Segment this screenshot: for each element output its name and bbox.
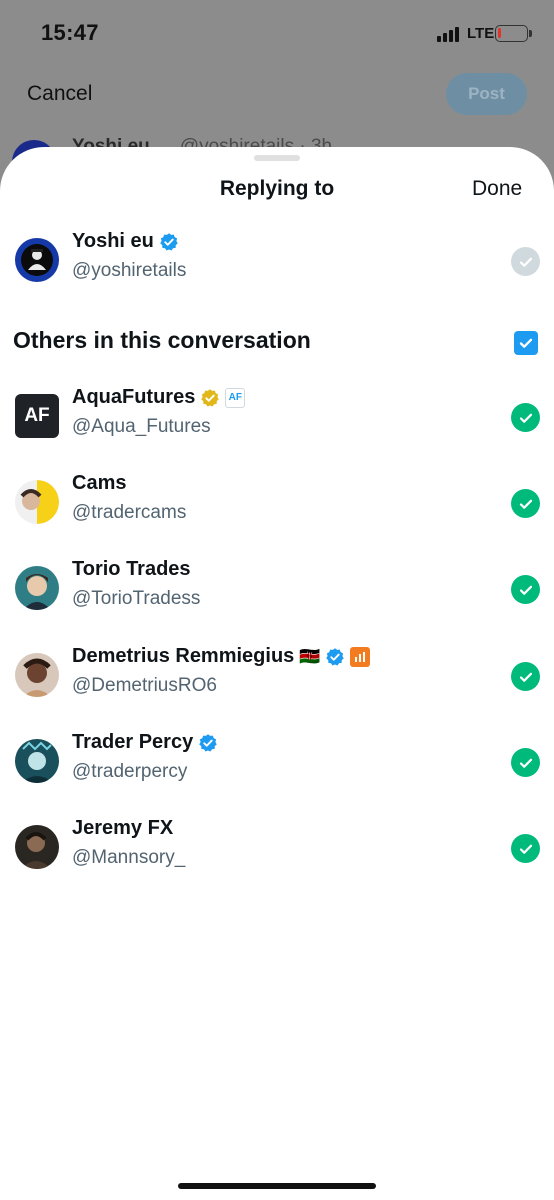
selected-check-icon[interactable]: [511, 403, 540, 432]
select-all-checkbox[interactable]: [514, 331, 538, 355]
user-name: Torio Trades: [72, 558, 191, 580]
user-name: AquaFutures: [72, 386, 196, 408]
avatar-label: AF: [24, 405, 50, 426]
status-time: 15:47: [41, 20, 99, 45]
avatar: [15, 238, 59, 282]
user-name: Demetrius Remmiegius: [72, 645, 295, 667]
name-line: Cams: [72, 472, 126, 495]
user-handle: @Aqua_Futures: [72, 416, 211, 437]
selected-check-icon[interactable]: [511, 748, 540, 777]
cancel-button[interactable]: Cancel: [27, 82, 92, 106]
battery-icon: [495, 25, 532, 42]
list-item[interactable]: AF AquaFutures AF @Aqua_Futures: [0, 381, 554, 451]
gold-verified-badge-icon: [201, 388, 220, 406]
selected-check-icon[interactable]: [511, 247, 540, 276]
network-label: LTE: [467, 25, 495, 42]
user-handle: @Mannsory_: [72, 847, 186, 868]
list-item[interactable]: Torio Trades @TorioTradess: [0, 553, 554, 623]
user-handle: @TorioTradess: [72, 588, 201, 609]
replying-to-sheet: Replying to Done Yoshi eu @yoshiretails …: [0, 147, 554, 1200]
name-line: Yoshi eu: [72, 230, 179, 253]
done-button[interactable]: Done: [472, 177, 522, 201]
avatar: [15, 566, 59, 610]
affiliate-chart-icon: [350, 646, 371, 667]
affiliate-badge: AF: [225, 387, 246, 408]
signal-icon: [437, 26, 463, 42]
name-line: Trader Percy: [72, 731, 218, 754]
user-name: Trader Percy: [72, 731, 194, 753]
sheet-grabber[interactable]: [254, 155, 300, 161]
selected-check-icon[interactable]: [511, 489, 540, 518]
verified-badge-icon: [160, 232, 178, 250]
user-handle: @DemetriusRO6: [72, 675, 217, 696]
name-line: Demetrius Remmiegius 🇰🇪: [72, 645, 371, 668]
selected-check-icon[interactable]: [511, 834, 540, 863]
user-name: Jeremy FX: [72, 817, 174, 839]
name-line: AquaFutures AF: [72, 386, 246, 409]
primary-user-row[interactable]: Yoshi eu @yoshiretails: [0, 225, 554, 295]
selected-check-icon[interactable]: [511, 575, 540, 604]
user-handle: @traderpercy: [72, 761, 188, 782]
user-name: Cams: [72, 472, 127, 494]
list-item[interactable]: Trader Percy @traderpercy: [0, 726, 554, 796]
status-bar: 15:47 LTE: [0, 0, 554, 66]
avatar: [15, 739, 59, 783]
home-indicator[interactable]: [178, 1183, 376, 1189]
list-item[interactable]: Jeremy FX @Mannsory_: [0, 812, 554, 882]
list-item[interactable]: Cams @tradercams: [0, 467, 554, 537]
section-title: Others in this conversation: [13, 327, 311, 353]
avatar: [15, 480, 59, 524]
user-handle: @yoshiretails: [72, 260, 187, 281]
name-line: Jeremy FX: [72, 817, 173, 840]
selected-check-icon[interactable]: [511, 662, 540, 691]
avatar: [15, 653, 59, 697]
post-button[interactable]: Post: [446, 73, 527, 115]
flag-emoji: 🇰🇪: [299, 646, 321, 666]
name-line: Torio Trades: [72, 558, 191, 581]
avatar: [15, 825, 59, 869]
verified-badge-icon: [199, 733, 217, 751]
user-handle: @tradercams: [72, 502, 187, 523]
avatar: AF: [15, 394, 59, 438]
verified-badge-icon: [326, 647, 345, 665]
affiliate-badge-label: AF: [228, 392, 243, 403]
sheet-title: Replying to: [219, 177, 335, 200]
list-item[interactable]: Demetrius Remmiegius 🇰🇪 @DemetriusRO6: [0, 640, 554, 710]
user-name: Yoshi eu: [72, 230, 154, 252]
